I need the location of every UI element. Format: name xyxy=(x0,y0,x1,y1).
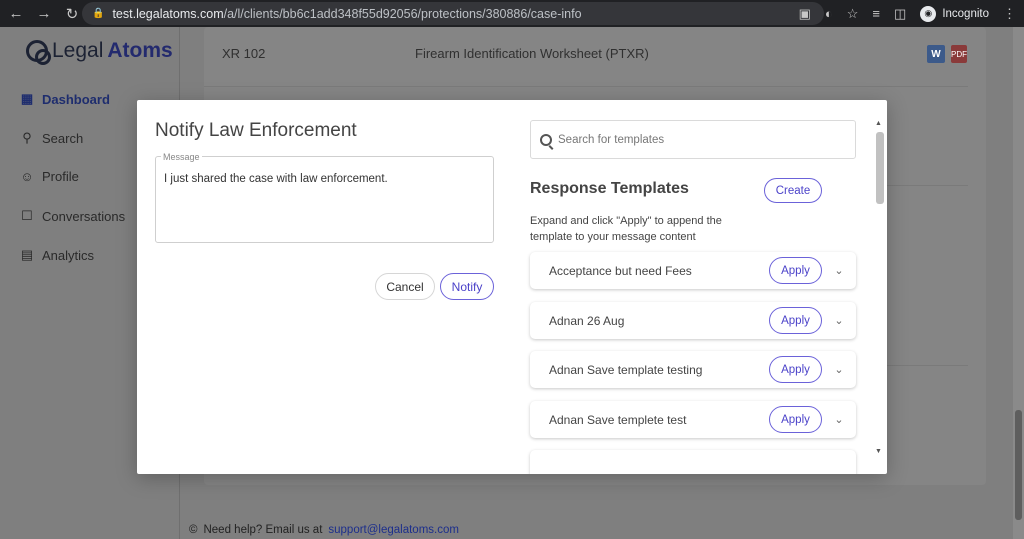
lock-icon: 🔒 xyxy=(92,8,105,19)
template-item-partial[interactable] xyxy=(530,450,856,474)
template-search-input[interactable] xyxy=(558,133,838,146)
footer-help-text: Need help? Email us at xyxy=(203,524,323,536)
star-icon[interactable]: ☆ xyxy=(847,6,859,22)
message-field[interactable]: I just shared the case with law enforcem… xyxy=(155,156,494,243)
logo[interactable]: Legal Atoms xyxy=(26,39,173,65)
incognito-icon: ◉ xyxy=(920,5,937,22)
sidebar-item-conversations[interactable]: ☐ Conversations xyxy=(20,208,125,224)
forward-icon[interactable]: → xyxy=(32,2,56,26)
dialog-title: Notify Law Enforcement xyxy=(155,120,357,141)
back-icon[interactable]: ← xyxy=(4,2,28,26)
apply-button[interactable]: Apply xyxy=(769,257,822,284)
url-domain: test.legalatoms.com xyxy=(112,6,224,21)
apply-button[interactable]: Apply xyxy=(769,356,822,383)
copyright-icon: © xyxy=(189,524,198,536)
scroll-down-icon[interactable]: ▼ xyxy=(875,448,882,455)
incognito-label: Incognito xyxy=(942,7,989,20)
chevron-down-icon[interactable]: ⌄ xyxy=(828,363,850,376)
support-email-link[interactable]: support@legalatoms.com xyxy=(328,524,459,536)
create-template-button[interactable]: Create xyxy=(764,178,822,203)
template-name: Adnan 26 Aug xyxy=(549,313,625,328)
dialog-scrollbar-thumb[interactable] xyxy=(876,132,884,204)
grid-icon: ▦ xyxy=(20,91,34,106)
scroll-up-icon[interactable]: ▲ xyxy=(875,120,882,127)
chart-icon: ▤ xyxy=(20,247,34,262)
reload-icon[interactable]: ↻ xyxy=(60,2,84,26)
search-icon: ⚲ xyxy=(22,130,32,145)
template-name: Adnan Save templete test xyxy=(549,412,687,427)
logo-text-legal: Legal xyxy=(52,39,104,62)
form-id: XR 102 xyxy=(222,46,266,61)
user-icon: ☺ xyxy=(20,169,34,184)
sidebar-item-dashboard[interactable]: ▦ Dashboard xyxy=(20,91,110,107)
browser-toolbar: ← → ↻ 🔒 test.legalatoms.com /a/l/clients… xyxy=(0,0,1024,27)
sidebar-item-label: Profile xyxy=(42,169,79,184)
sidebar-item-profile[interactable]: ☺ Profile xyxy=(20,169,79,184)
template-item[interactable]: Acceptance but need Fees Apply ⌄ xyxy=(530,252,856,289)
eye-off-icon[interactable]: ◐ xyxy=(825,6,833,21)
reading-list-icon[interactable]: ≡ xyxy=(872,6,880,21)
row-divider xyxy=(204,86,968,87)
message-label: Message xyxy=(161,152,202,162)
sidebar-item-search[interactable]: ⚲ Search xyxy=(20,130,83,146)
sidebar-item-label: Analytics xyxy=(42,247,95,263)
sidebar-item-label: Dashboard xyxy=(42,91,110,107)
logo-text-atoms: Atoms xyxy=(107,39,173,62)
form-title: Firearm Identification Worksheet (PTXR) xyxy=(415,46,649,61)
chevron-down-icon[interactable]: ⌄ xyxy=(828,264,850,277)
word-document-icon[interactable]: W xyxy=(927,45,945,63)
template-item[interactable]: Adnan Save template testing Apply ⌄ xyxy=(530,351,856,388)
search-icon xyxy=(540,133,552,146)
incognito-indicator[interactable]: ◉ Incognito xyxy=(920,5,989,22)
pdf-document-icon[interactable]: PDF xyxy=(951,45,967,63)
apply-button[interactable]: Apply xyxy=(769,307,822,334)
side-panel-icon[interactable]: ◫ xyxy=(894,6,906,22)
notify-button[interactable]: Notify xyxy=(440,273,494,300)
response-templates-heading: Response Templates xyxy=(530,180,689,197)
page-scrollbar-thumb[interactable] xyxy=(1015,410,1022,520)
address-bar[interactable]: 🔒 test.legalatoms.com /a/l/clients/bb6c1… xyxy=(82,2,824,25)
chat-icon: ☐ xyxy=(21,208,33,223)
template-name: Adnan Save template testing xyxy=(549,362,703,377)
dialog-scrollbar[interactable]: ▲ ▼ xyxy=(874,120,884,455)
sidebar-item-label: Search xyxy=(42,130,84,146)
cast-icon[interactable]: ▣ xyxy=(799,6,811,22)
chevron-down-icon[interactable]: ⌄ xyxy=(828,413,850,426)
footer: © Need help? Email us at support@legalat… xyxy=(189,524,459,536)
sidebar-item-label: Conversations xyxy=(42,208,126,224)
url-path: /a/l/clients/bb6c1add348f55d92056/protec… xyxy=(223,6,582,21)
template-item[interactable]: Adnan Save templete test Apply ⌄ xyxy=(530,401,856,438)
logo-mark-icon xyxy=(26,40,51,65)
chevron-down-icon[interactable]: ⌄ xyxy=(828,314,850,327)
cancel-button[interactable]: Cancel xyxy=(375,273,435,300)
templates-help-text: Expand and click "Apply" to append the t… xyxy=(530,215,722,243)
apply-button[interactable]: Apply xyxy=(769,406,822,433)
template-name: Acceptance but need Fees xyxy=(549,263,692,278)
template-item[interactable]: Adnan 26 Aug Apply ⌄ xyxy=(530,302,856,339)
notify-law-enforcement-dialog: Notify Law Enforcement I just shared the… xyxy=(137,100,887,474)
template-search[interactable] xyxy=(530,120,856,159)
sidebar-item-analytics[interactable]: ▤ Analytics xyxy=(20,247,94,263)
menu-icon[interactable]: ⋮ xyxy=(1003,6,1016,22)
